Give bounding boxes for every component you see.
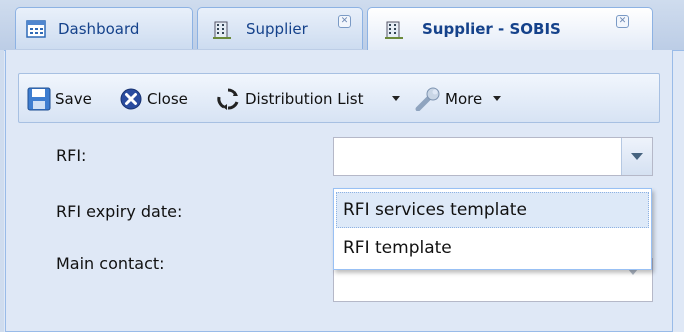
chevron-down-icon [392,96,400,101]
chevron-down-icon [493,96,501,101]
dropdown-option[interactable]: RFI template [336,230,649,266]
tab-dashboard[interactable]: Dashboard [15,7,193,49]
refresh-cycle-icon [217,88,239,110]
save-button[interactable]: Save [27,87,109,111]
distribution-list-label: Distribution List [245,90,364,108]
building-icon [384,20,404,44]
tab-label: Supplier [246,20,308,38]
tab-label: Dashboard [58,20,140,38]
rfi-label: RFI: [56,146,87,165]
save-icon [27,87,51,111]
close-button[interactable]: Close [119,87,205,111]
toolbar: Save Close Distribution List More [18,73,660,123]
dashboard-icon [26,20,46,42]
close-label: Close [147,90,188,108]
rfi-expiry-date-label: RFI expiry date: [56,202,183,221]
save-label: Save [55,90,92,108]
dropdown-option[interactable]: RFI services template [336,192,649,228]
rfi-select-trigger[interactable] [621,138,652,175]
close-icon [120,88,142,110]
rfi-dropdown-list: RFI services template RFI template [333,188,652,270]
tab-label: Supplier - SOBIS [422,20,561,38]
tab-close-icon[interactable]: ✕ [338,15,351,28]
rfi-select[interactable] [333,137,653,176]
frame-edge [0,50,4,332]
wrench-icon [415,87,440,111]
tab-strip: Dashboard Supplier ✕ Supplier - SOBIS ✕ [0,0,684,51]
tab-close-icon[interactable]: ✕ [616,15,629,28]
main-contact-label: Main contact: [56,254,165,273]
building-icon [212,20,232,44]
more-button[interactable]: More [415,87,525,111]
tab-supplier[interactable]: Supplier ✕ [197,7,363,49]
distribution-list-button[interactable]: Distribution List [215,87,405,111]
tab-supplier-sobis[interactable]: Supplier - SOBIS ✕ [367,7,653,51]
more-label: More [445,90,483,108]
chevron-down-icon [631,153,643,160]
